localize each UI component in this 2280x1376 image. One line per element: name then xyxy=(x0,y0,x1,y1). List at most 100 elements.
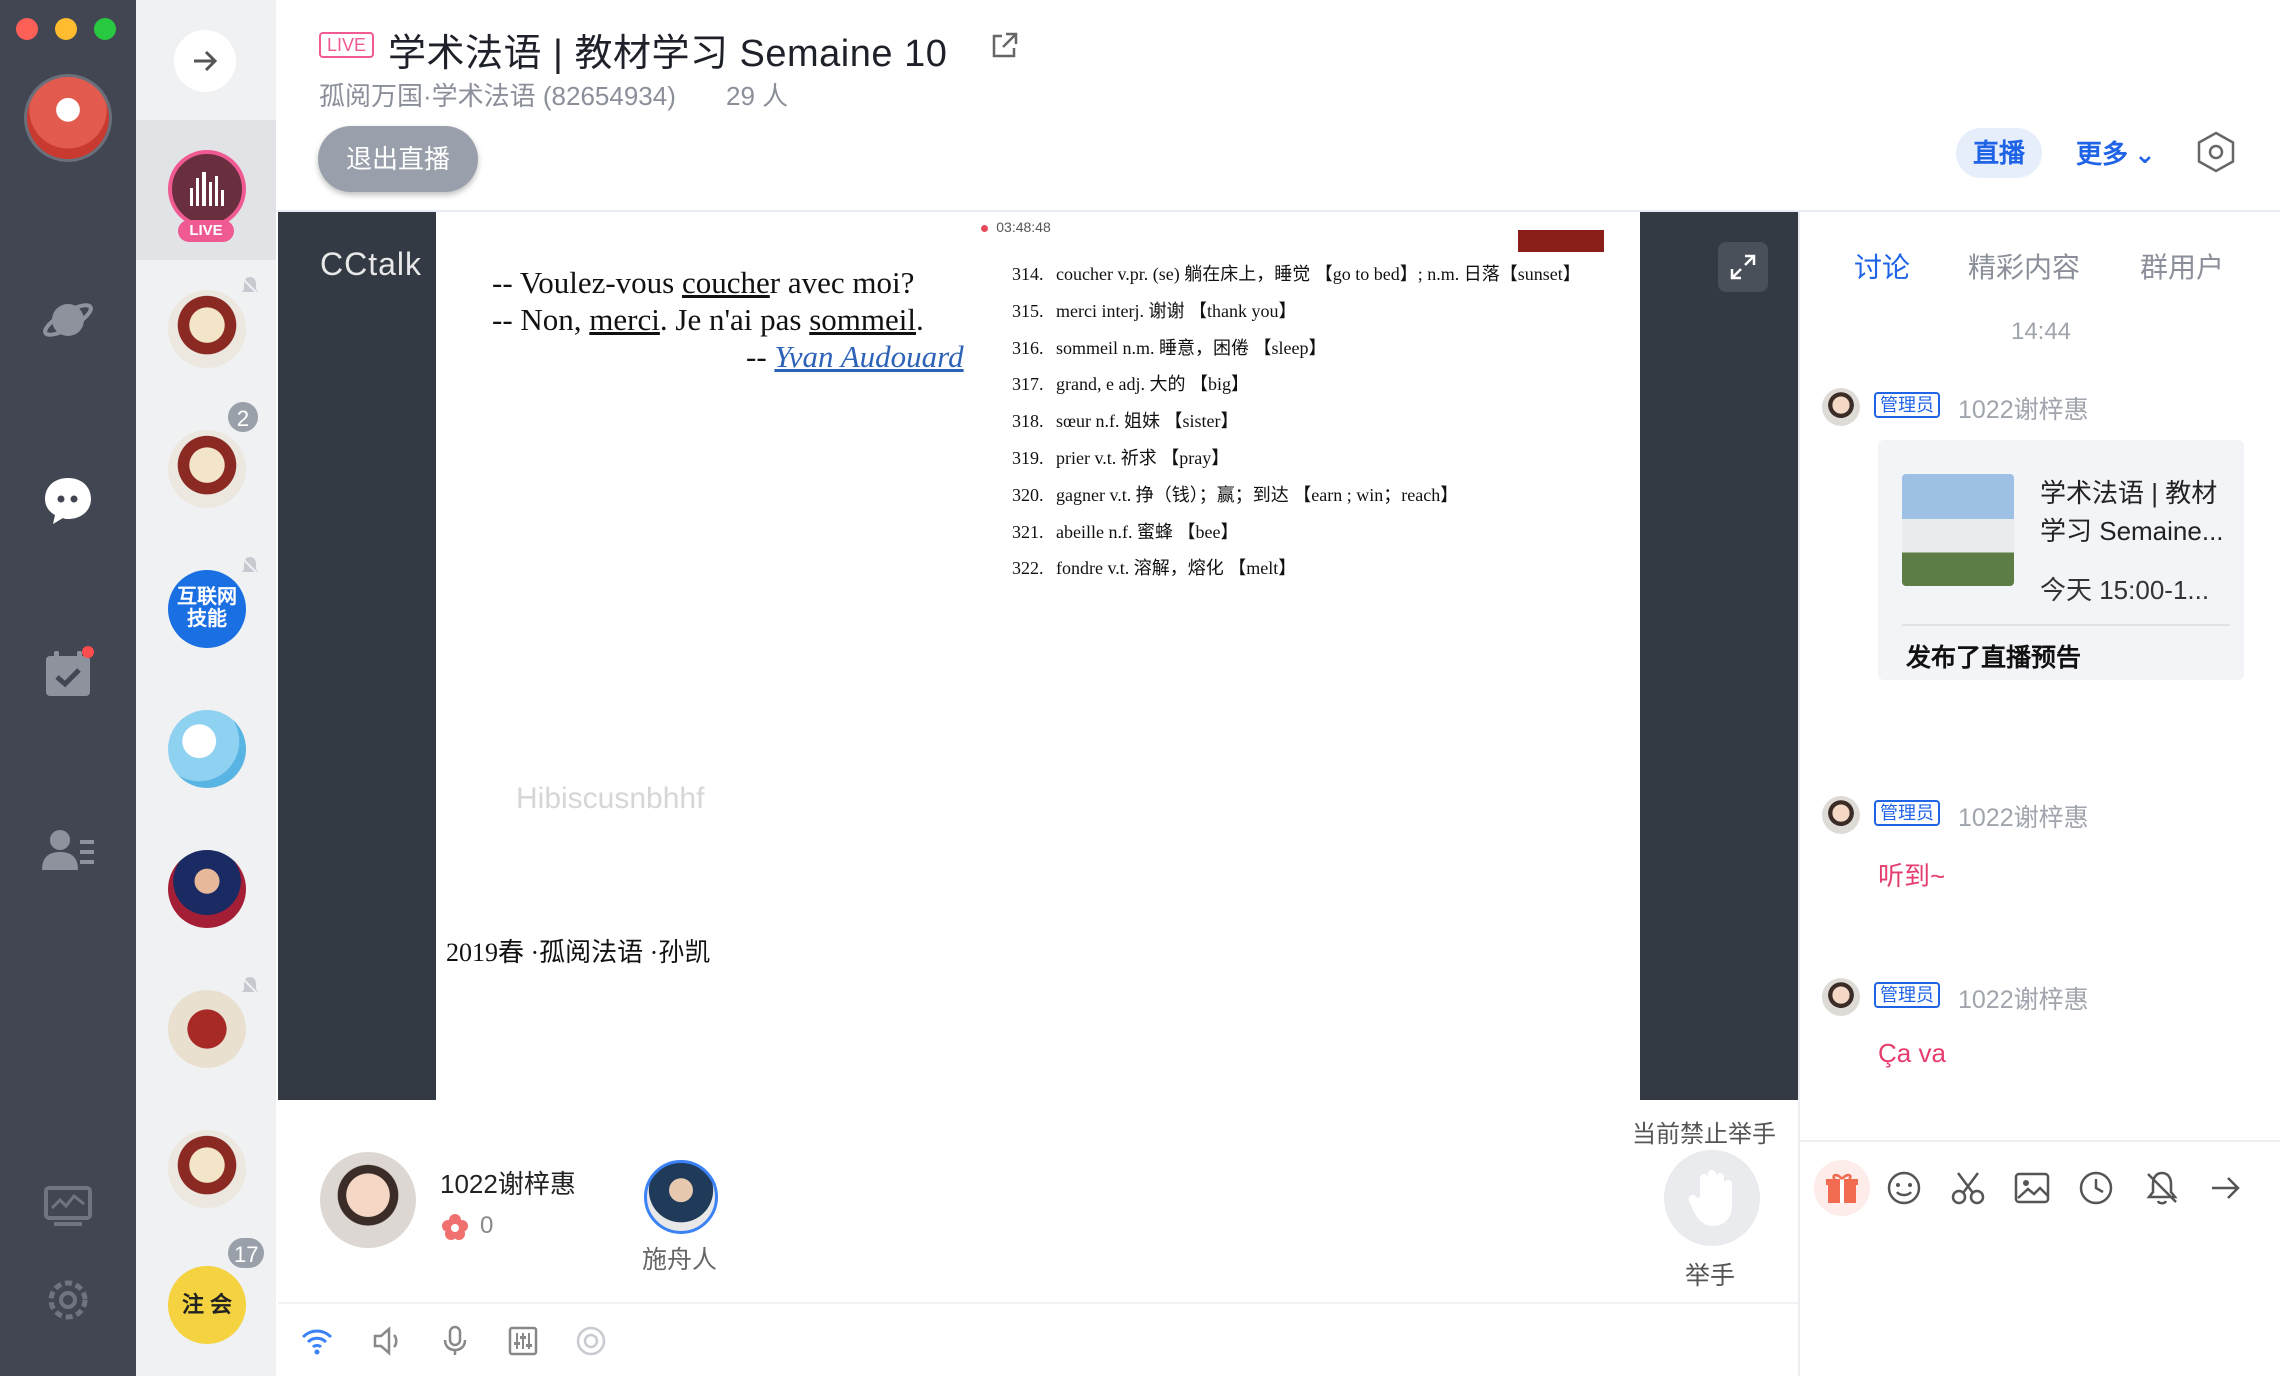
more-menu-button[interactable]: 更多 ⌄ xyxy=(2076,134,2156,171)
unread-badge: 17 xyxy=(226,1236,267,1270)
flower-count: 0 xyxy=(480,1212,494,1239)
group-avatar xyxy=(168,990,246,1068)
tab-group-users[interactable]: 群用户 xyxy=(2140,246,2224,286)
speaker-icon[interactable] xyxy=(370,1324,404,1358)
vocab-row: 319. prier v.t. 祈求 【pray】 xyxy=(1012,447,1230,468)
minimize-window-button[interactable] xyxy=(55,18,77,40)
live-tag: LIVE xyxy=(178,220,234,242)
message-avatar[interactable] xyxy=(1822,978,1860,1016)
collapse-arrow-button[interactable] xyxy=(174,30,236,92)
discussion-panel: 讨论 精彩内容 群用户 14:44 管理员 1022谢梓惠 学术法语 | 教材学… xyxy=(1798,212,2280,1376)
live-indicator: LIVE xyxy=(319,32,375,58)
contacts-icon[interactable] xyxy=(38,820,98,880)
scissors-icon[interactable] xyxy=(1948,1168,1988,1208)
card-title: 学术法语 | 教材学习 Semaine... xyxy=(2040,478,2224,546)
time-separator: 14:44 xyxy=(2010,318,2072,345)
raise-hand-button[interactable] xyxy=(1664,1150,1760,1246)
vocab-row: 321. abeille n.f. 蜜蜂 【bee】 xyxy=(1012,521,1239,542)
bell-icon[interactable] xyxy=(2142,1168,2182,1208)
gift-icon[interactable] xyxy=(1822,1168,1862,1208)
hand-icon xyxy=(1688,1170,1732,1226)
image-icon[interactable] xyxy=(2012,1168,2052,1208)
stage-area: 1022谢梓惠 0 施舟人 当前禁止举手 举手 xyxy=(278,1100,1798,1300)
session-item-crest-1[interactable] xyxy=(136,260,276,400)
session-item-yellow[interactable]: 注 会 17 xyxy=(136,1236,276,1376)
fullscreen-button[interactable] xyxy=(1718,242,1768,292)
tab-discussion[interactable]: 讨论 xyxy=(1854,246,1910,286)
live-preview-card[interactable]: 学术法语 | 教材学习 Semaine... 今天 15:00-1... 发布了… xyxy=(1878,440,2244,680)
message-text: 听到~ xyxy=(1878,861,1946,891)
wifi-icon[interactable] xyxy=(300,1324,334,1358)
my-avatar[interactable] xyxy=(24,74,112,162)
session-item-soccer[interactable] xyxy=(136,820,276,960)
task-notification-dot xyxy=(82,646,94,658)
muted-bell-icon xyxy=(240,976,260,996)
message-avatar[interactable] xyxy=(1822,388,1860,426)
task-check-icon[interactable] xyxy=(38,644,98,704)
zoom-window-button[interactable] xyxy=(94,18,116,40)
admin-tag: 管理员 xyxy=(1874,392,1940,418)
external-link-icon[interactable] xyxy=(988,30,1020,62)
chevron-down-icon: ⌄ xyxy=(2134,139,2156,169)
exit-live-button[interactable]: 退出直播 xyxy=(318,126,478,192)
session-list: LIVE 2 互联网 技能 注 会 17 xyxy=(136,0,276,1376)
recording-timer: 03:48:48 xyxy=(966,216,1066,238)
card-footer: 发布了直播预告 xyxy=(1906,644,2082,672)
card-divider xyxy=(1902,624,2230,626)
session-item-crest-2[interactable]: 2 xyxy=(136,400,276,540)
session-item-search[interactable] xyxy=(136,680,276,820)
session-item-shield[interactable] xyxy=(136,960,276,1100)
gear-icon[interactable] xyxy=(38,1270,98,1330)
equalizer-icon[interactable] xyxy=(506,1324,540,1358)
message-avatar[interactable] xyxy=(1822,796,1860,834)
tab-highlights[interactable]: 精彩内容 xyxy=(1968,246,2080,286)
chat-bubble-icon[interactable] xyxy=(38,470,98,530)
expand-icon xyxy=(1730,254,1756,280)
hand-raise-status: 当前禁止举手 xyxy=(1632,1121,1776,1148)
admin-tag: 管理员 xyxy=(1874,982,1940,1008)
session-item-live[interactable]: LIVE xyxy=(136,120,276,260)
quote-author-link: Yvan Audouard xyxy=(774,339,964,374)
user-watermark: Hibiscusnbhhf xyxy=(516,782,705,815)
left-rail xyxy=(0,0,136,1376)
group-avatar: 互联网 技能 xyxy=(168,570,246,648)
card-thumbnail xyxy=(1902,474,2014,586)
cctalk-logo: CCtalk xyxy=(320,246,423,282)
unread-badge: 2 xyxy=(226,400,260,434)
close-window-button[interactable] xyxy=(16,18,38,40)
member-count: 29 人 xyxy=(726,81,789,111)
vocab-row: 320. gagner v.t. 挣（钱）；赢；到达 【earn ; win；re… xyxy=(1012,484,1459,505)
card-time: 今天 15:00-1... xyxy=(2040,575,2210,605)
session-item-crest-3[interactable] xyxy=(136,1100,276,1240)
arrow-right-icon xyxy=(194,50,218,72)
media-toolbar xyxy=(278,1302,1798,1376)
vocab-row: 317. grand, e adj. 大的 【big】 xyxy=(1012,374,1249,395)
live-tab-button[interactable]: 直播 xyxy=(1956,128,2042,178)
presentation-slide: 03:48:48 -- Voulez-vous coucher avec moi… xyxy=(436,212,1640,1100)
slide-quote: -- Voulez-vous coucher avec moi? -- Non,… xyxy=(492,265,964,374)
emoji-icon[interactable] xyxy=(1884,1168,1924,1208)
speaker-avatar[interactable] xyxy=(320,1152,416,1248)
page-title: 学术法语 | 教材学习 Semaine 10 xyxy=(388,33,948,75)
session-item-hulian[interactable]: 互联网 技能 xyxy=(136,540,276,680)
participant-avatar[interactable] xyxy=(644,1160,718,1234)
chat-toolbar xyxy=(1800,1140,2280,1220)
group-avatar xyxy=(168,430,246,508)
more-label: 更多 xyxy=(2076,139,2129,169)
group-subtitle: 孤阅万国·学术法语 (82654934) xyxy=(319,81,676,111)
live-video-area[interactable]: CCtalk 03:48:48 -- Voulez-vous coucher a… xyxy=(278,212,1798,1100)
speaker-name: 1022谢梓惠 xyxy=(440,1169,576,1199)
planet-icon[interactable] xyxy=(38,290,98,350)
flower-icon[interactable] xyxy=(440,1212,470,1242)
monitor-chart-icon[interactable] xyxy=(38,1176,98,1236)
slide-stamp-image xyxy=(1518,230,1604,252)
microphone-icon[interactable] xyxy=(438,1324,472,1358)
send-arrow-icon[interactable] xyxy=(2206,1168,2246,1208)
record-icon[interactable] xyxy=(574,1324,608,1358)
settings-hexagon-icon[interactable] xyxy=(2194,130,2238,174)
group-avatar xyxy=(168,850,246,928)
vocab-row: 314. coucher v.pr. (se) 躺在床上，睡觉 【go to be… xyxy=(1012,264,1581,284)
group-avatar xyxy=(168,290,246,368)
clock-icon[interactable] xyxy=(2076,1168,2116,1208)
message-username: 1022谢梓惠 xyxy=(1958,986,2089,1014)
